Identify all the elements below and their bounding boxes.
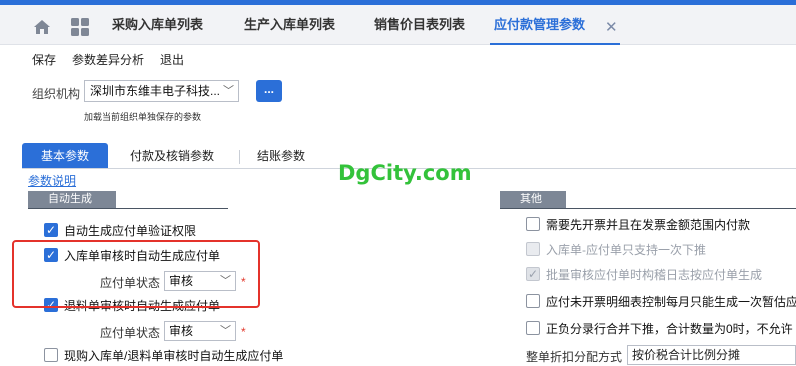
highlight-annotation-box (12, 240, 260, 308)
option-label: 批量审核应付单时构稽日志按应付单生成 (546, 268, 763, 282)
checkbox-unchecked[interactable] (44, 348, 58, 362)
checkbox-disabled (526, 242, 540, 256)
discount-allocation-select[interactable]: 按价税合计比例分摊 (627, 345, 796, 365)
discount-allocation-label: 整单折扣分配方式 (526, 350, 623, 364)
param-diff-analysis-button[interactable]: 参数差异分析 (72, 51, 144, 68)
close-tab-icon[interactable]: ✕ (605, 20, 618, 36)
option-label: 自动生成应付单验证权限 (64, 224, 197, 238)
section-rule-right (500, 208, 796, 209)
org-hint-text: 加载当前组织单独保存的参数 (84, 112, 202, 122)
subtab-payment-writeoff-params[interactable]: 付款及核销参数 (130, 143, 214, 169)
watermark-text: DgCity.com (338, 161, 472, 185)
section-rule-left (28, 208, 228, 209)
subtab-basic-params[interactable]: 基本参数 (22, 143, 108, 169)
checkbox-checked-disabled: ✓ (526, 267, 540, 281)
option-label: 应付未开票明细表控制每月只能生成一次暂估应 (546, 295, 796, 309)
payable-status-label: 应付单状态 (100, 326, 161, 340)
section-auto-generate: 自动生成 (28, 191, 116, 208)
tab-purchase-receipt-list[interactable]: 采购入库单列表 (112, 5, 203, 45)
org-select-value: 深圳市东维丰电子科技... (90, 84, 221, 98)
checkbox-unchecked[interactable] (526, 321, 540, 335)
checkbox-checked[interactable]: ✓ (44, 223, 58, 237)
tab-sales-price-list[interactable]: 销售价目表列表 (374, 5, 465, 45)
option-label: 需要先开票并且在发票金额范围内付款 (546, 218, 751, 232)
section-other: 其他 (500, 191, 566, 208)
select-value: 审核 (169, 324, 194, 338)
save-button[interactable]: 保存 (32, 51, 56, 68)
exit-button[interactable]: 退出 (160, 51, 184, 68)
subtab-closing-params[interactable]: 结账参数 (257, 143, 305, 169)
org-more-button[interactable]: ... (256, 80, 282, 102)
checkbox-unchecked[interactable] (526, 294, 540, 308)
checkbox-unchecked[interactable] (526, 217, 540, 231)
app-grid-icon[interactable] (70, 17, 90, 37)
param-help-link[interactable]: 参数说明 (28, 172, 76, 189)
active-tab-indicator (490, 43, 620, 45)
home-icon[interactable] (32, 17, 52, 37)
payable-status-select[interactable]: 审核 ﹀ (164, 321, 236, 341)
chevron-down-icon: ﹀ (223, 85, 234, 97)
tab-production-receipt-list[interactable]: 生产入库单列表 (244, 5, 335, 45)
option-label: 现购入库单/退料单审核时自动生成应付单 (64, 349, 284, 363)
org-label: 组织机构 (32, 87, 81, 101)
chevron-down-icon: ﹀ (220, 325, 231, 337)
select-value: 按价税合计比例分摊 (632, 348, 741, 362)
required-marker: * (241, 325, 246, 339)
org-select[interactable]: 深圳市东维丰电子科技... ﹀ (84, 80, 239, 102)
subtab-divider (239, 150, 240, 164)
option-label: 入库单-应付单只支持一次下推 (546, 243, 706, 257)
option-label: 正负分录行合并下推，合计数量为0时，不允许 (546, 322, 793, 336)
tab-payable-params[interactable]: 应付款管理参数 (494, 5, 585, 45)
